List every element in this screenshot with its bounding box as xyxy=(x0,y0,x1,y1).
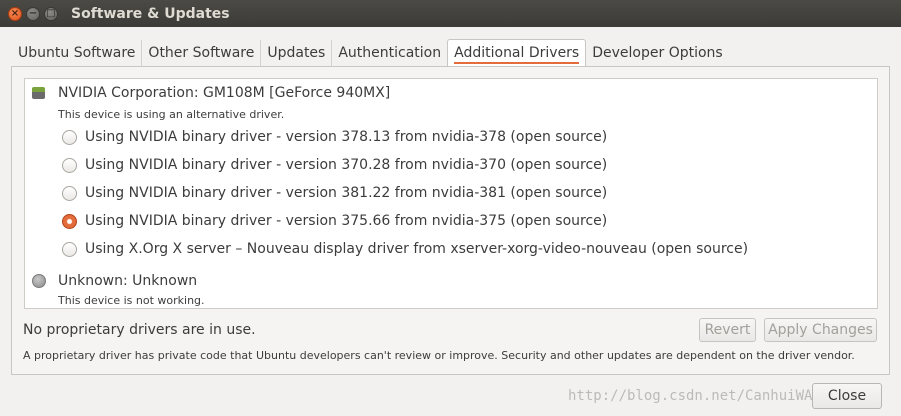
radio-button-selected[interactable] xyxy=(62,213,77,229)
additional-drivers-panel: NVIDIA Corporation: GM108M [GeForce 940M… xyxy=(11,66,890,375)
driver-option-label: Using NVIDIA binary driver - version 381… xyxy=(85,185,608,201)
window-title: Software & Updates xyxy=(71,5,230,22)
device-header-unknown: Unknown: Unknown xyxy=(32,273,197,289)
radio-button[interactable] xyxy=(62,241,77,257)
tab-label: Updates xyxy=(267,45,326,61)
device-status: This device is using an alternative driv… xyxy=(58,108,285,121)
tab-updates[interactable]: Updates xyxy=(261,40,333,66)
device-header-nvidia: NVIDIA Corporation: GM108M [GeForce 940M… xyxy=(32,85,390,101)
window-maximize-button[interactable]: □ xyxy=(44,6,58,21)
device-status: This device is not working. xyxy=(58,294,205,307)
tab-label: Developer Options xyxy=(592,45,723,61)
driver-option-375[interactable]: Using NVIDIA binary driver - version 375… xyxy=(62,213,607,229)
title-bar: × − □ Software & Updates xyxy=(0,0,901,27)
close-button[interactable]: Close xyxy=(812,383,882,409)
tab-bar: Ubuntu Software Other Software Updates A… xyxy=(12,39,729,67)
driver-option-label: Using NVIDIA binary driver - version 375… xyxy=(85,213,608,229)
apply-changes-button[interactable]: Apply Changes xyxy=(764,318,877,342)
driver-option-label: Using X.Org X server – Nouveau display d… xyxy=(85,241,749,257)
driver-option-370[interactable]: Using NVIDIA binary driver - version 370… xyxy=(62,157,607,173)
tab-authentication[interactable]: Authentication xyxy=(332,40,447,66)
driver-status-text: No proprietary drivers are in use. xyxy=(23,322,256,338)
tab-additional-drivers[interactable]: Additional Drivers xyxy=(447,39,587,67)
device-name: Unknown: Unknown xyxy=(58,273,198,289)
tab-developer-options[interactable]: Developer Options xyxy=(586,40,728,66)
driver-option-label: Using NVIDIA binary driver - version 378… xyxy=(85,129,608,145)
unknown-device-icon xyxy=(32,274,46,288)
radio-button[interactable] xyxy=(62,185,77,201)
device-name: NVIDIA Corporation: GM108M [GeForce 940M… xyxy=(58,85,391,101)
driver-option-label: Using NVIDIA binary driver - version 370… xyxy=(85,157,608,173)
gpu-icon xyxy=(32,87,45,99)
watermark: http://blog.csdn.net/CanhuiWANG xyxy=(568,388,830,404)
tab-label: Ubuntu Software xyxy=(18,45,136,61)
tab-other-software[interactable]: Other Software xyxy=(142,40,262,66)
tab-ubuntu-software[interactable]: Ubuntu Software xyxy=(12,40,143,66)
radio-button[interactable] xyxy=(62,129,77,145)
window-close-button[interactable]: × xyxy=(8,6,22,21)
driver-option-nouveau[interactable]: Using X.Org X server – Nouveau display d… xyxy=(62,241,748,257)
tab-label: Authentication xyxy=(338,45,442,61)
window-minimize-button[interactable]: − xyxy=(26,6,40,21)
tab-label: Additional Drivers xyxy=(454,45,580,64)
tab-label: Other Software xyxy=(148,45,255,61)
driver-option-381[interactable]: Using NVIDIA binary driver - version 381… xyxy=(62,185,607,201)
revert-button[interactable]: Revert xyxy=(699,318,756,342)
driver-option-378[interactable]: Using NVIDIA binary driver - version 378… xyxy=(62,129,607,145)
proprietary-driver-note: A proprietary driver has private code th… xyxy=(23,349,855,362)
radio-button[interactable] xyxy=(62,157,77,173)
driver-list[interactable]: NVIDIA Corporation: GM108M [GeForce 940M… xyxy=(24,78,878,309)
